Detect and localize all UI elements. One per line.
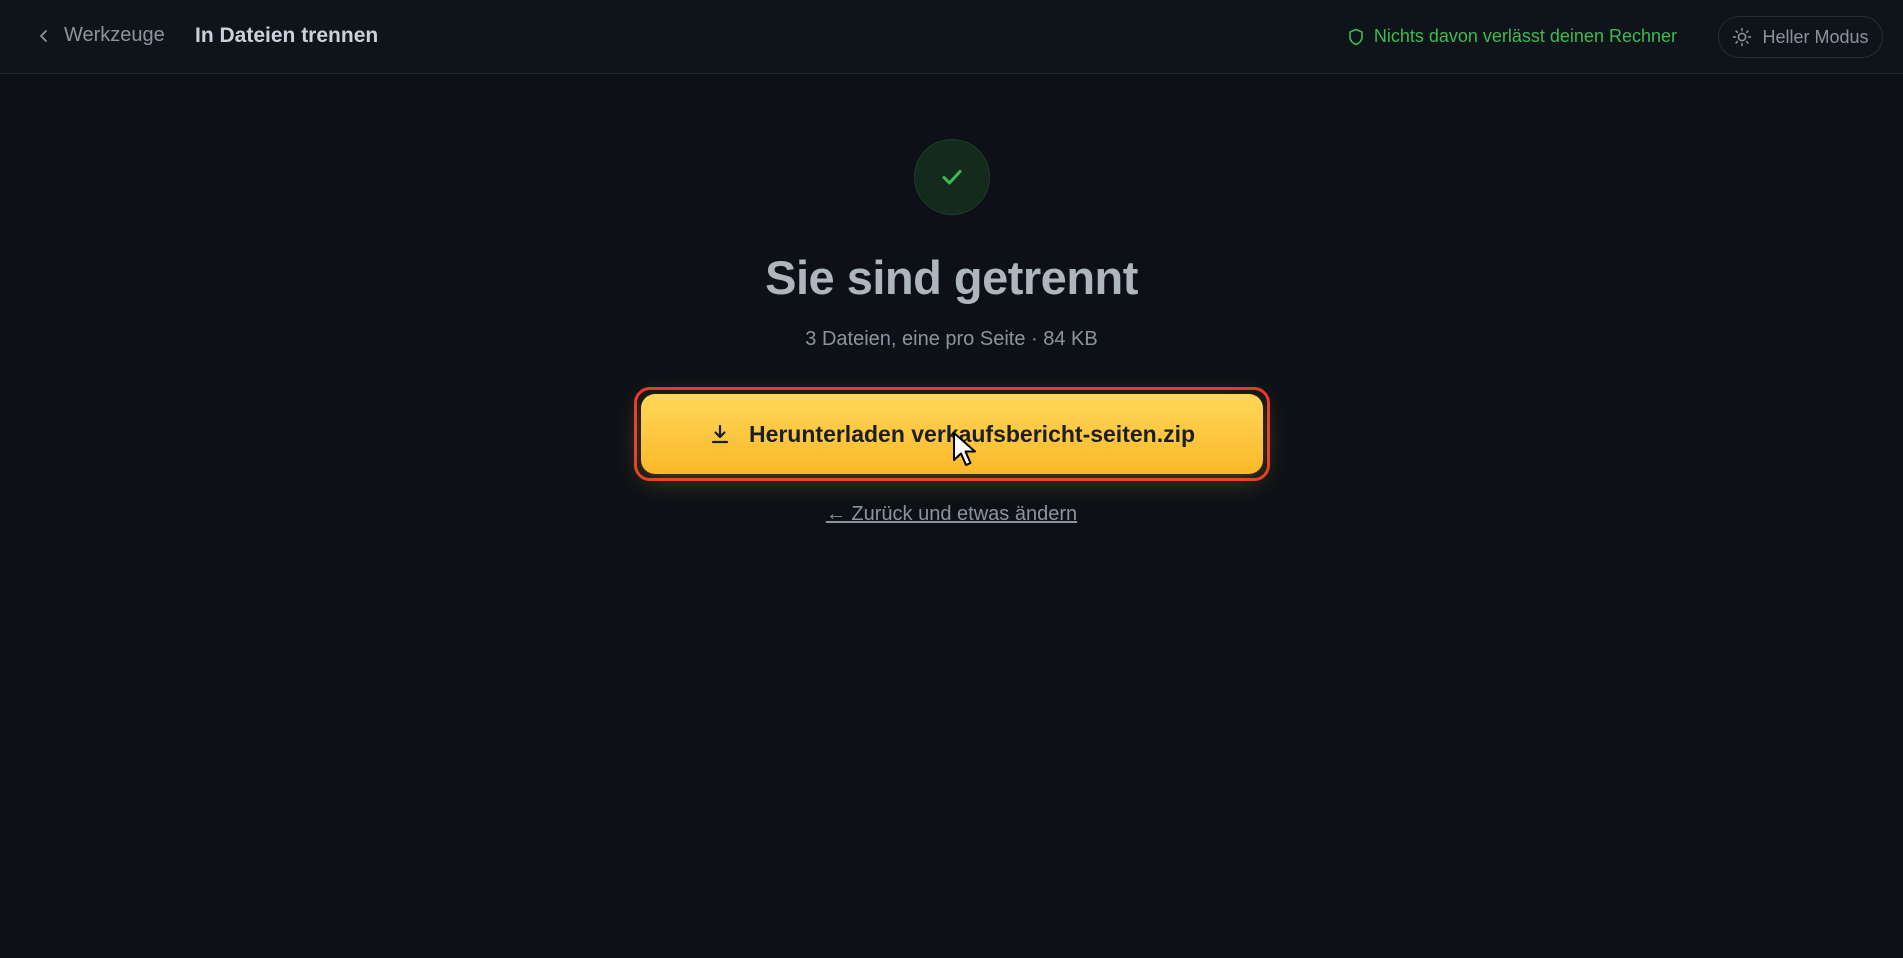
download-icon	[711, 424, 729, 444]
back-to-tools-link[interactable]: Werkzeuge	[36, 24, 165, 47]
sun-icon	[1733, 27, 1752, 47]
privacy-text: Nichts davon verlässt deinen Rechner	[1373, 26, 1677, 46]
shield-icon	[1349, 28, 1363, 45]
success-badge	[914, 139, 990, 215]
result-summary: 3 Dateien, eine pro Seite · 84 KB	[805, 328, 1098, 350]
theme-toggle-label: Heller Modus	[1762, 26, 1869, 47]
privacy-notice: Nichts davon verlässt deinen Rechner	[1348, 26, 1677, 47]
checkmark-icon	[942, 170, 962, 185]
top-bar: Werkzeuge In Dateien trennen Nichts davo…	[0, 0, 1903, 74]
theme-toggle-button[interactable]: Heller Modus	[1718, 16, 1883, 58]
back-and-change-row: ← Zurück und etwas ändern	[0, 503, 1903, 526]
mouse-pointer-icon	[953, 432, 976, 466]
back-and-change-link[interactable]: ← Zurück und etwas ändern	[826, 503, 1077, 525]
chevron-left-icon	[40, 29, 47, 42]
result-headline: Sie sind getrennt	[765, 251, 1138, 304]
back-link-label: Werkzeuge	[64, 24, 165, 46]
page-title: In Dateien trennen	[195, 24, 379, 47]
